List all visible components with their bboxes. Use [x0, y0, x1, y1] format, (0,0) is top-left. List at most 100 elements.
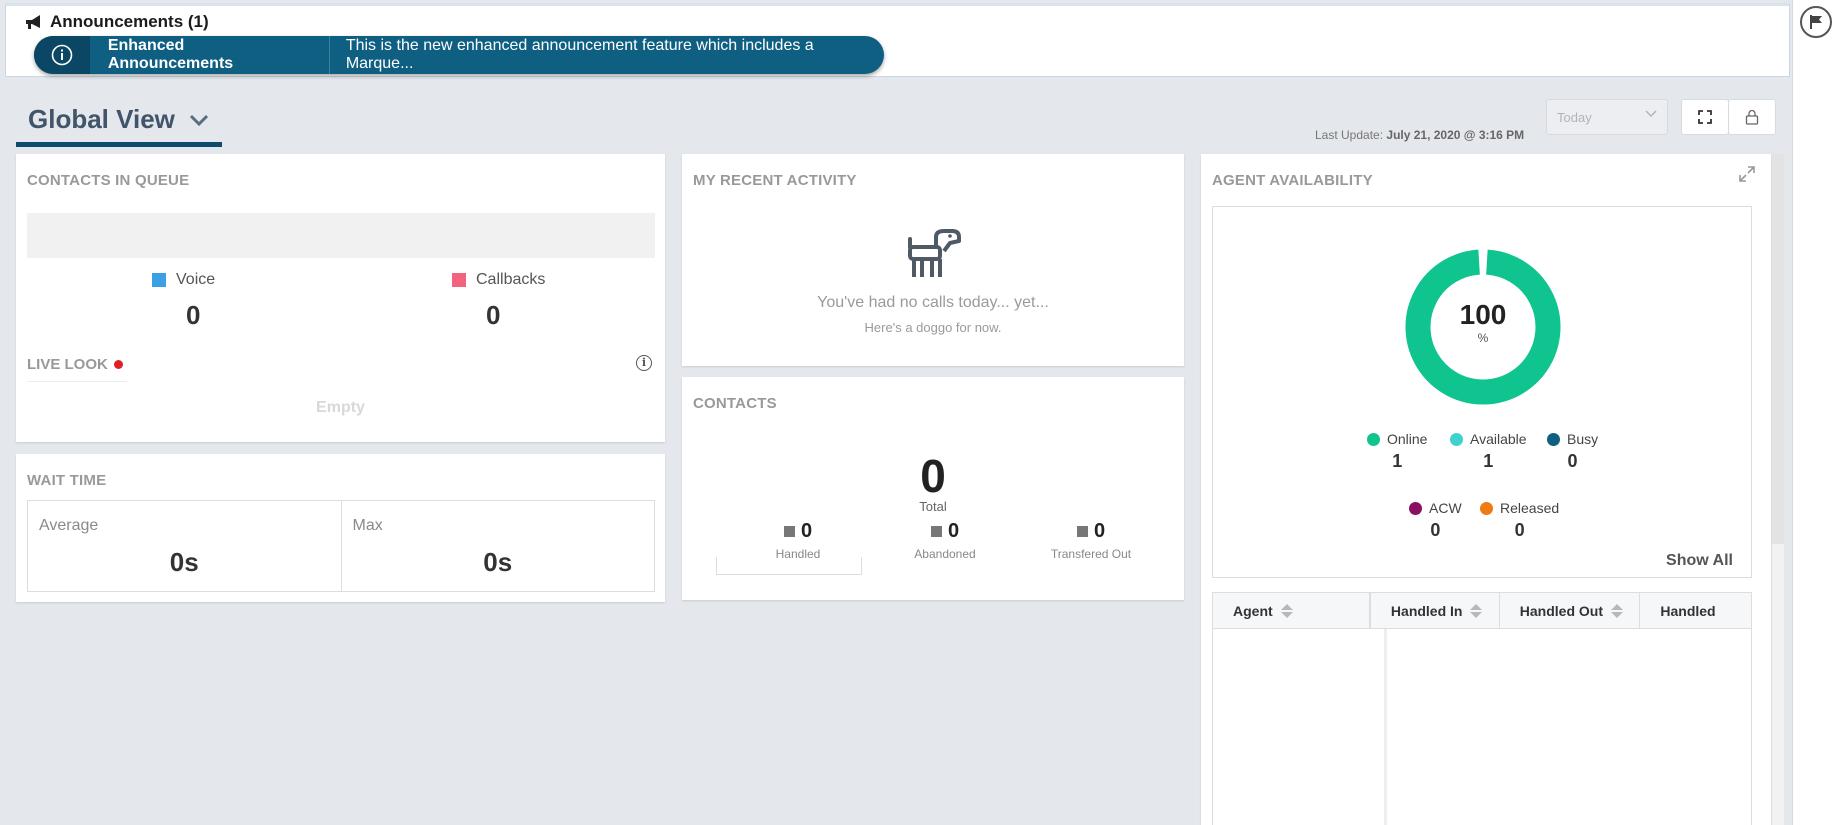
contacts-card: CONTACTS 0 Total 0 Handled 0 Abandoned 0… — [682, 377, 1184, 600]
expand-icon[interactable] — [1739, 166, 1755, 182]
column-divider — [1384, 629, 1387, 825]
callbacks-legend: Callbacks — [452, 271, 545, 289]
live-look-label: LIVE LOOK — [27, 356, 108, 373]
agent-table: Agent Handled In Handled Out Handled — [1212, 592, 1752, 825]
flag-button[interactable] — [1800, 6, 1832, 38]
busy-value: 0 — [1567, 451, 1578, 471]
voice-count: 0 — [186, 300, 201, 330]
agent-availability-card: AGENT AVAILABILITY 100 % Online 1 Availa… — [1201, 154, 1771, 825]
busy-dot — [1547, 432, 1560, 446]
column-header-handled-out[interactable]: Handled Out — [1500, 593, 1641, 628]
voice-swatch — [152, 273, 166, 287]
chevron-down-icon — [189, 114, 208, 126]
transferred-value: 0 — [1093, 520, 1106, 542]
wait-time-box: Average 0s Max 0s — [27, 500, 655, 592]
sort-icon — [1470, 603, 1483, 618]
view-selector[interactable]: Global View — [28, 104, 209, 135]
available-label: Available — [1470, 431, 1527, 447]
contacts-in-queue-card: CONTACTS IN QUEUE Voice 0 Callbacks 0 LI… — [16, 154, 665, 442]
legend-busy: Busy 0 — [1547, 431, 1598, 472]
column-header-label: Handled In — [1390, 602, 1463, 619]
sort-icon — [1280, 603, 1293, 618]
contacts-total-value: 0 — [920, 450, 946, 502]
acw-value: 0 — [1430, 520, 1441, 540]
lock-icon — [1745, 109, 1759, 125]
released-label: Released — [1500, 500, 1560, 516]
card-title: AGENT AVAILABILITY — [1212, 172, 1373, 189]
announcements-title: Announcements (1) — [50, 12, 209, 31]
announcement-pill[interactable]: Enhanced Announcements This is the new e… — [34, 36, 884, 74]
column-header-label: Handled — [1660, 602, 1716, 619]
fullscreen-icon — [1698, 110, 1712, 124]
contacts-transferred[interactable]: 0 Transfered Out — [1016, 520, 1166, 561]
column-header-handled-in[interactable]: Handled In — [1369, 593, 1500, 628]
column-header-agent[interactable]: Agent — [1213, 593, 1370, 628]
right-rail — [1792, 0, 1838, 825]
fullscreen-button[interactable] — [1681, 99, 1729, 135]
recent-activity-card: MY RECENT ACTIVITY You've had no calls t… — [682, 154, 1184, 366]
callbacks-label: Callbacks — [476, 271, 546, 288]
legend-acw: ACW 0 — [1409, 500, 1462, 541]
flag-icon — [1810, 15, 1822, 29]
date-range-select[interactable]: Today — [1546, 99, 1668, 135]
announcement-info — [34, 36, 90, 74]
live-look-empty: Empty — [316, 399, 365, 416]
scrollbar-thumb[interactable] — [1772, 154, 1784, 544]
column-header-label: Handled Out — [1519, 602, 1603, 619]
callbacks-count: 0 — [486, 300, 501, 330]
page-title: Global View — [28, 104, 175, 134]
legend-available: Available 1 — [1450, 431, 1527, 472]
online-value: 1 — [1392, 451, 1403, 471]
handled-swatch — [783, 526, 795, 537]
card-title: MY RECENT ACTIVITY — [693, 172, 857, 189]
chevron-down-icon — [1645, 110, 1657, 118]
donut-center: 100 % — [1213, 299, 1753, 345]
acw-label: ACW — [1429, 500, 1462, 516]
wait-time-card: WAIT TIME Average 0s Max 0s — [16, 454, 665, 602]
available-value: 1 — [1483, 451, 1494, 471]
contacts-abandoned[interactable]: 0 Abandoned — [870, 520, 1020, 561]
contacts-handled[interactable]: 0 Handled — [723, 520, 873, 561]
info-icon — [51, 44, 73, 66]
agent-table-header: Agent Handled In Handled Out Handled — [1213, 593, 1751, 629]
last-update: Last Update: July 21, 2020 @ 3:16 PM — [1315, 128, 1524, 142]
contacts-total-label: Total — [919, 499, 947, 514]
empty-state-line2: Here's a doggo for now. — [864, 320, 1002, 335]
donut-percent-value: 100 — [1459, 299, 1507, 330]
last-update-label: Last Update: — [1315, 128, 1384, 142]
wait-max-label: Max — [352, 517, 383, 534]
released-value: 0 — [1514, 520, 1525, 540]
megaphone-icon — [26, 15, 40, 29]
abandoned-swatch — [930, 526, 942, 537]
date-range-value: Today — [1557, 110, 1592, 125]
card-title: CONTACTS — [693, 395, 777, 412]
info-icon[interactable]: i — [636, 355, 652, 371]
available-dot — [1450, 432, 1463, 446]
doggo-wrap — [682, 229, 1184, 286]
announcements-header[interactable]: Announcements (1) — [24, 12, 209, 32]
released-dot — [1480, 501, 1493, 515]
voice-legend: Voice — [152, 271, 215, 289]
online-label: Online — [1387, 431, 1428, 447]
abandoned-value: 0 — [947, 520, 960, 542]
last-update-value: July 21, 2020 @ 3:16 PM — [1386, 128, 1525, 142]
handled-value: 0 — [800, 520, 813, 542]
abandoned-label: Abandoned — [914, 547, 976, 561]
sort-icon — [1611, 603, 1623, 618]
wait-average-label: Average — [39, 517, 99, 534]
wait-max-value: 0s — [483, 547, 513, 577]
column-header-label: Agent — [1233, 602, 1273, 619]
queue-bar — [27, 213, 655, 258]
busy-label: Busy — [1567, 431, 1599, 447]
announcement-label: Enhanced Announcements — [90, 36, 330, 74]
agent-donut-panel: 100 % Online 1 Available 1 Busy 0 ACW 0 … — [1212, 206, 1752, 578]
legend-online: Online 1 — [1367, 431, 1427, 472]
card-title: WAIT TIME — [27, 472, 107, 489]
wait-max: Max 0s — [340, 501, 655, 591]
column-header-handled[interactable]: Handled — [1640, 593, 1751, 628]
show-all-link[interactable]: Show All — [1666, 552, 1733, 570]
voice-label: Voice — [176, 271, 216, 288]
live-indicator-dot — [113, 360, 123, 369]
wait-average-value: 0s — [169, 547, 199, 577]
lock-button[interactable] — [1728, 99, 1776, 135]
